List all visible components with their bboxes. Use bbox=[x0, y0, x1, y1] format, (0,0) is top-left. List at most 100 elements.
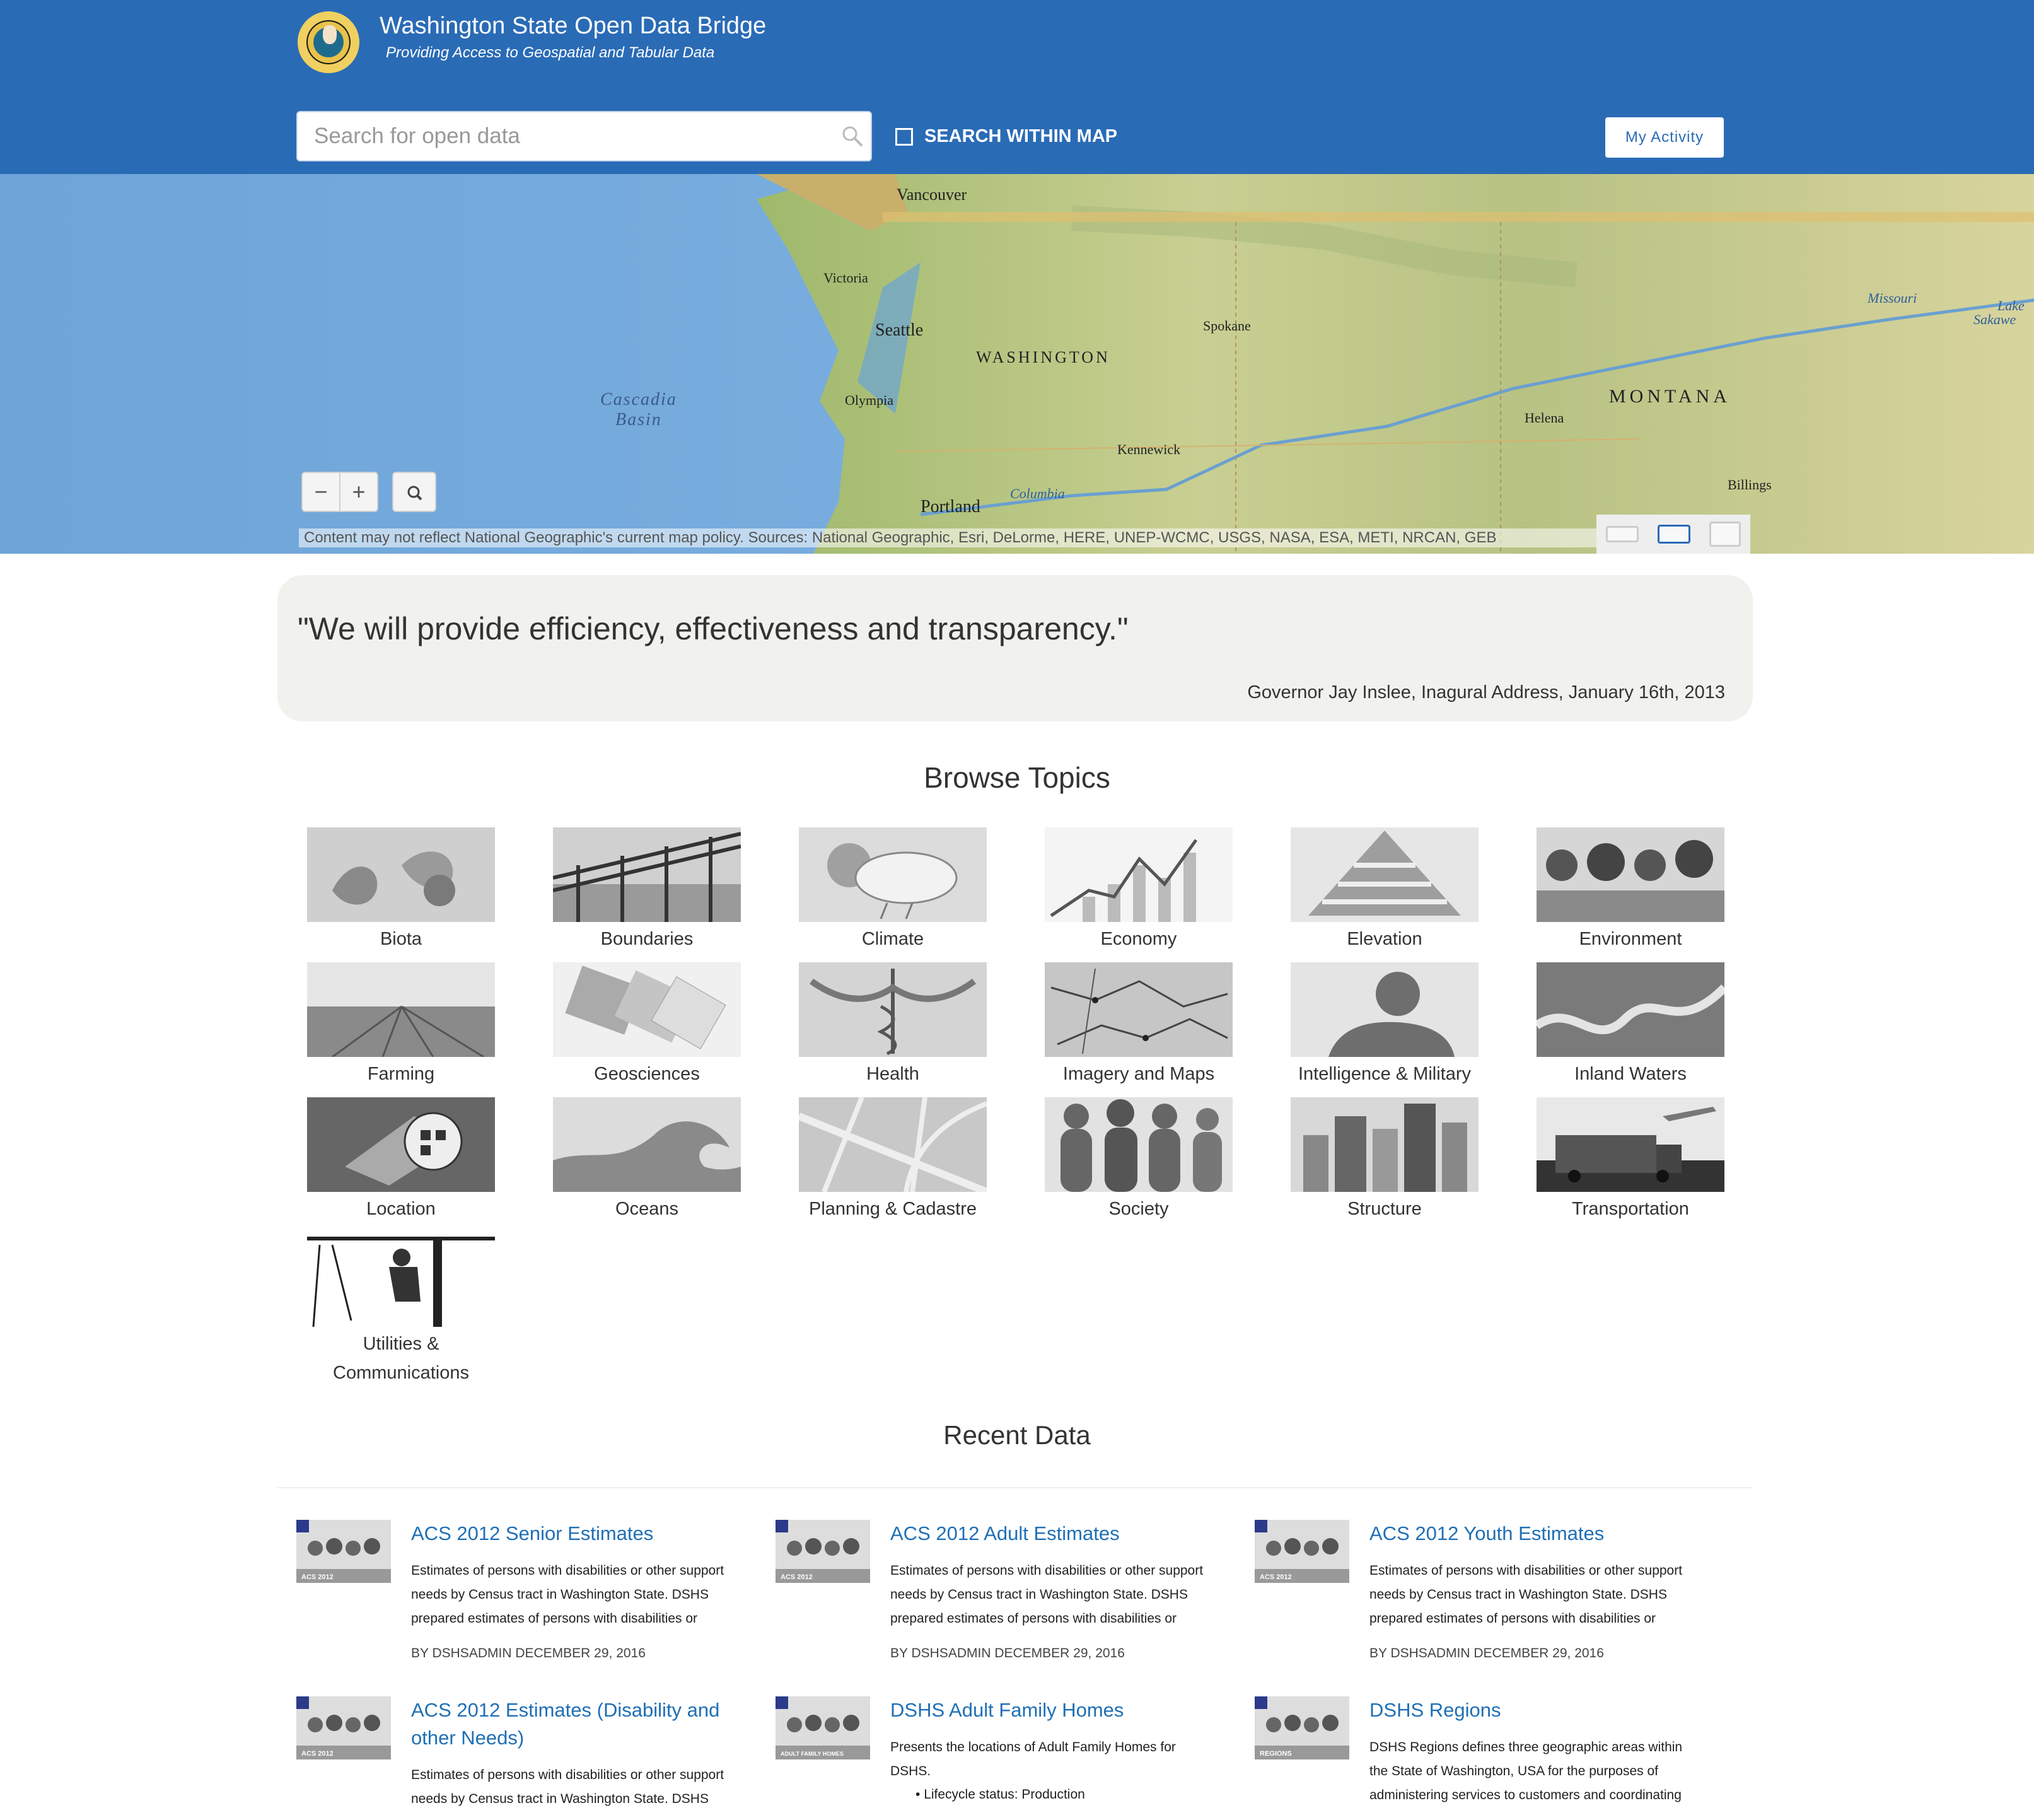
topic-farming-image bbox=[307, 962, 495, 1057]
topic-planning-cadastre[interactable]: Planning & Cadastre bbox=[770, 1097, 1016, 1223]
topic-transportation[interactable]: Transportation bbox=[1508, 1097, 1753, 1223]
magnifier-icon bbox=[407, 486, 422, 501]
recent-item-title[interactable]: ACS 2012 Senior Estimates bbox=[411, 1520, 764, 1548]
topic-location[interactable]: Location bbox=[278, 1097, 524, 1223]
topic-planning-cadastre-label: Planning & Cadastre bbox=[809, 1199, 977, 1219]
topic-society-image bbox=[1045, 1097, 1233, 1192]
recent-item-title-line2[interactable]: other Needs) bbox=[411, 1724, 763, 1752]
recent-item-title[interactable]: DSHS Regions bbox=[1369, 1696, 1721, 1724]
thumb-label: ACS 2012 bbox=[301, 1750, 334, 1758]
recent-item-desc-line2: DSHS. bbox=[890, 1764, 931, 1778]
topic-biota[interactable]: Biota bbox=[278, 827, 524, 954]
basemap-option-imagery[interactable] bbox=[1709, 522, 1741, 547]
dataset-thumbnail[interactable]: ADULT FAMILY HOMES bbox=[776, 1696, 870, 1759]
topic-farming[interactable]: Farming bbox=[278, 962, 524, 1088]
topic-oceans[interactable]: Oceans bbox=[524, 1097, 770, 1223]
topic-elevation[interactable]: Elevation bbox=[1262, 827, 1508, 954]
map-view[interactable]: Vancouver Victoria Seattle WASHINGTON Sp… bbox=[0, 174, 2034, 554]
dataset-thumbnail[interactable]: ACS 2012 bbox=[296, 1520, 391, 1583]
topic-structure[interactable]: Structure bbox=[1262, 1097, 1508, 1223]
my-activity-button[interactable]: My Activity bbox=[1605, 117, 1724, 158]
topic-structure-label: Structure bbox=[1347, 1199, 1422, 1219]
topic-biota-image bbox=[307, 827, 495, 922]
topic-geosciences-image bbox=[553, 962, 741, 1057]
topic-imagery-and-maps[interactable]: Imagery and Maps bbox=[1016, 962, 1262, 1088]
topic-environment[interactable]: Environment bbox=[1508, 827, 1753, 954]
topic-society[interactable]: Society bbox=[1016, 1097, 1262, 1223]
basemap-option-light[interactable] bbox=[1606, 526, 1639, 542]
dataset-thumbnail[interactable]: ACS 2012 bbox=[296, 1696, 391, 1759]
topic-geosciences[interactable]: Geosciences bbox=[524, 962, 770, 1088]
topic-society-label: Society bbox=[1108, 1199, 1169, 1219]
search-box bbox=[296, 111, 872, 161]
map-label-missouri: Missouri bbox=[1868, 290, 1917, 306]
recent-item-desc-line2: the State of Washington, USA for the pur… bbox=[1369, 1764, 1658, 1778]
topic-climate[interactable]: Climate bbox=[770, 827, 1016, 954]
map-label-olympia: Olympia bbox=[845, 392, 893, 408]
topic-farming-label: Farming bbox=[367, 1064, 435, 1084]
search-within-map-toggle[interactable]: SEARCH WITHIN MAP bbox=[895, 126, 1117, 147]
recent-item-desc-line3: prepared estimates of persons with disab… bbox=[1369, 1611, 1656, 1626]
basemap-option-topo[interactable] bbox=[1658, 525, 1690, 544]
topic-imagery-and-maps-image bbox=[1045, 962, 1233, 1057]
recent-item-acs-youth: ACS 2012 ACS 2012 Youth Estimates Estima… bbox=[1255, 1520, 1721, 1671]
recent-item-desc-line3: prepared estimates of persons with disab… bbox=[890, 1611, 1177, 1626]
topic-economy[interactable]: Economy bbox=[1016, 827, 1262, 954]
search-within-map-checkbox[interactable] bbox=[895, 127, 913, 146]
recent-item-bullet: • Lifecycle status: Production bbox=[915, 1787, 1085, 1802]
site-title[interactable]: Washington State Open Data Bridge bbox=[380, 13, 766, 40]
zoom-in-button[interactable]: + bbox=[340, 473, 377, 511]
recent-item-acs-senior: ACS 2012 ACS 2012 Senior Estimates Estim… bbox=[296, 1520, 763, 1671]
search-icon[interactable] bbox=[841, 125, 864, 148]
recent-item-title[interactable]: DSHS Adult Family Homes bbox=[890, 1696, 1242, 1724]
zoom-out-button[interactable]: − bbox=[303, 473, 340, 511]
topic-elevation-label: Elevation bbox=[1347, 929, 1422, 949]
recent-item-adult-family-homes: ADULT FAMILY HOMES DSHS Adult Family Hom… bbox=[776, 1696, 1242, 1820]
recent-item-desc-line1: Estimates of persons with disabilities o… bbox=[890, 1563, 1204, 1578]
topic-boundaries-label: Boundaries bbox=[600, 929, 694, 949]
recent-item-desc-line1: Presents the locations of Adult Family H… bbox=[890, 1740, 1176, 1754]
thumb-label: REGIONS bbox=[1260, 1750, 1292, 1758]
topic-intelligence-military[interactable]: Intelligence & Military bbox=[1262, 962, 1508, 1088]
seal-portrait bbox=[323, 25, 337, 44]
recent-item-bullet-text: Lifecycle status: Production bbox=[924, 1787, 1085, 1802]
recent-item-desc-line2: needs by Census tract in Washington Stat… bbox=[411, 1792, 709, 1806]
map-search-button[interactable] bbox=[392, 472, 436, 512]
topic-inland-waters[interactable]: Inland Waters bbox=[1508, 962, 1753, 1088]
topic-boundaries[interactable]: Boundaries bbox=[524, 827, 770, 954]
topic-health[interactable]: Health bbox=[770, 962, 1016, 1088]
browse-topics-title: Browse Topics bbox=[924, 761, 1110, 794]
quote-attribution: Governor Jay Inslee, Inagural Address, J… bbox=[1247, 682, 1725, 703]
dataset-thumbnail[interactable]: ACS 2012 bbox=[776, 1520, 870, 1583]
recent-item-desc-line1: Estimates of persons with disabilities o… bbox=[411, 1768, 724, 1782]
topic-planning-cadastre-image bbox=[799, 1097, 987, 1192]
recent-item-dshs-regions: REGIONS DSHS Regions DSHS Regions define… bbox=[1255, 1696, 1721, 1820]
recent-item-title[interactable]: ACS 2012 Youth Estimates bbox=[1369, 1520, 1723, 1548]
map-label-columbia: Columbia bbox=[1010, 486, 1065, 501]
topic-environment-image bbox=[1537, 827, 1724, 922]
map-label-cascadia: Cascadia bbox=[600, 390, 677, 409]
map-label-kennewick: Kennewick bbox=[1117, 441, 1181, 457]
search-input[interactable] bbox=[298, 112, 840, 160]
topic-transportation-label: Transportation bbox=[1572, 1199, 1689, 1219]
site-header: Washington State Open Data Bridge Provid… bbox=[0, 0, 2034, 174]
search-within-map-label[interactable]: SEARCH WITHIN MAP bbox=[924, 126, 1117, 147]
topic-oceans-label: Oceans bbox=[615, 1199, 678, 1219]
map-label-montana: MONTANA bbox=[1609, 386, 1731, 407]
topic-utilities-label-line2: Communications bbox=[333, 1363, 469, 1383]
topic-climate-image bbox=[799, 827, 987, 922]
recent-item-desc-line2: needs by Census tract in Washington Stat… bbox=[1369, 1587, 1667, 1602]
recent-item-title[interactable]: ACS 2012 Estimates (Disability and bbox=[411, 1696, 763, 1724]
topic-health-label: Health bbox=[866, 1064, 919, 1084]
recent-item-meta: BY DSHSADMIN DECEMBER 29, 2016 bbox=[1369, 1646, 1604, 1660]
topic-inland-waters-image bbox=[1537, 962, 1724, 1057]
map-label-portland: Portland bbox=[921, 497, 980, 516]
dataset-thumbnail[interactable]: REGIONS bbox=[1255, 1696, 1349, 1759]
recent-item-title[interactable]: ACS 2012 Adult Estimates bbox=[890, 1520, 1243, 1548]
dataset-thumbnail[interactable]: ACS 2012 bbox=[1255, 1520, 1349, 1583]
map-label-seattle: Seattle bbox=[875, 320, 924, 340]
topic-utilities-communications[interactable]: Utilities & Communications bbox=[278, 1232, 524, 1387]
thumb-label: ACS 2012 bbox=[1260, 1573, 1292, 1581]
topic-boundaries-image bbox=[553, 827, 741, 922]
zoom-control: − + bbox=[301, 472, 378, 512]
